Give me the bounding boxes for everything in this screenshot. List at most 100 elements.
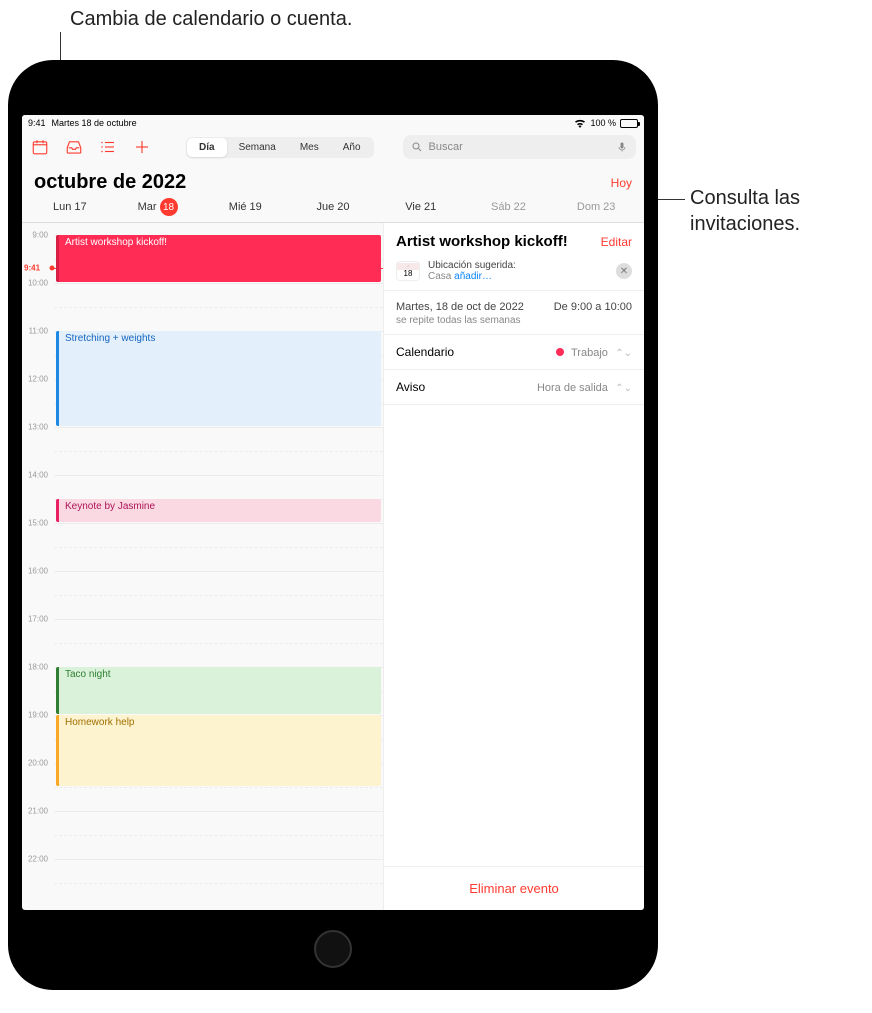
battery-icon xyxy=(620,119,638,128)
hour-label: 18:00 xyxy=(22,663,52,672)
callout-right-l2: invitaciones. xyxy=(690,211,800,237)
calendar-event[interactable]: Artist workshop kickoff! xyxy=(56,235,381,282)
day-label: Mar xyxy=(138,201,157,213)
delete-event-button[interactable]: Eliminar evento xyxy=(384,866,644,910)
edit-button[interactable]: Editar xyxy=(601,235,632,249)
screen: 9:41 Martes 18 de octubre 100 % xyxy=(22,115,644,910)
date-chip: · 18 xyxy=(396,261,420,281)
search-placeholder: Buscar xyxy=(429,141,610,153)
hour-label: 19:00 xyxy=(22,711,52,720)
mic-icon[interactable] xyxy=(616,140,628,154)
status-bar: 9:41 Martes 18 de octubre 100 % xyxy=(22,115,644,131)
list-icon[interactable] xyxy=(98,137,118,157)
wifi-icon xyxy=(574,119,586,128)
half-hour-line xyxy=(54,595,383,596)
alert-field[interactable]: Aviso Hora de salida ⌃⌄ xyxy=(384,370,644,405)
calendar-label: Calendario xyxy=(396,345,454,359)
search-icon xyxy=(411,141,423,153)
event-repeat: se repite todas las semanas xyxy=(396,315,632,326)
ipad-frame: 9:41 Martes 18 de octubre 100 % xyxy=(8,60,658,990)
callout-right: Consulta las invitaciones. xyxy=(690,185,800,237)
callout-right-l1: Consulta las xyxy=(690,185,800,211)
day-item[interactable]: Dom23 xyxy=(552,198,640,216)
toolbar: Día Semana Mes Año Buscar xyxy=(22,131,644,163)
add-icon[interactable] xyxy=(132,137,152,157)
hour-label: 10:00 xyxy=(22,279,52,288)
day-number: 21 xyxy=(424,201,436,213)
day-item[interactable]: Lun17 xyxy=(26,198,114,216)
event-time: De 9:00 a 10:00 xyxy=(554,301,632,313)
hour-label: 15:00 xyxy=(22,519,52,528)
half-hour-line xyxy=(54,547,383,548)
half-hour-line xyxy=(54,307,383,308)
day-label: Jue xyxy=(317,201,335,213)
day-number: 20 xyxy=(337,201,349,213)
event-date: Martes, 18 de oct de 2022 xyxy=(396,301,524,313)
day-number: 23 xyxy=(603,201,615,213)
hour-label: 13:00 xyxy=(22,423,52,432)
timeline[interactable]: 9:0010:0011:0012:0013:0014:0015:0016:001… xyxy=(22,223,384,910)
view-segmented: Día Semana Mes Año xyxy=(186,137,374,158)
day-item[interactable]: Mar18 xyxy=(114,198,202,216)
day-number-selected: 18 xyxy=(160,198,178,216)
seg-week[interactable]: Semana xyxy=(227,138,288,157)
hour-label: 14:00 xyxy=(22,471,52,480)
hour-label: 17:00 xyxy=(22,615,52,624)
alert-value: Hora de salida xyxy=(537,382,608,394)
day-item[interactable]: Sáb22 xyxy=(465,198,553,216)
month-title: octubre de 2022 xyxy=(34,171,611,194)
suggest-place: Casa xyxy=(428,271,451,282)
seg-day[interactable]: Día xyxy=(187,138,227,157)
calendar-color-dot xyxy=(556,348,564,356)
seg-month[interactable]: Mes xyxy=(288,138,331,157)
half-hour-line xyxy=(54,451,383,452)
half-hour-line xyxy=(54,883,383,884)
location-suggestion: · 18 Ubicación sugerida: Casa añadir… ✕ xyxy=(384,256,644,291)
event-detail-pane: Artist workshop kickoff! Editar · 18 Ubi… xyxy=(384,223,644,910)
hour-line xyxy=(54,619,383,620)
alert-label: Aviso xyxy=(396,380,425,394)
content-row: 9:0010:0011:0012:0013:0014:0015:0016:001… xyxy=(22,223,644,910)
seg-year[interactable]: Año xyxy=(331,138,373,157)
callout-top: Cambia de calendario o cuenta. xyxy=(70,6,352,32)
day-item[interactable]: Jue20 xyxy=(289,198,377,216)
day-item[interactable]: Mié19 xyxy=(201,198,289,216)
calendar-event[interactable]: Taco night xyxy=(56,667,381,714)
day-label: Mié xyxy=(229,201,247,213)
clear-suggestion-icon[interactable]: ✕ xyxy=(616,263,632,279)
half-hour-line xyxy=(54,787,383,788)
hour-line xyxy=(54,571,383,572)
hour-label: 20:00 xyxy=(22,759,52,768)
hour-label: 22:00 xyxy=(22,855,52,864)
hour-line xyxy=(54,427,383,428)
hour-line xyxy=(54,859,383,860)
suggest-add-link[interactable]: añadir… xyxy=(454,271,492,282)
calendars-icon[interactable] xyxy=(30,137,50,157)
inbox-icon[interactable] xyxy=(64,137,84,157)
now-dot-icon xyxy=(50,265,55,270)
half-hour-line xyxy=(54,835,383,836)
hour-label: 16:00 xyxy=(22,567,52,576)
date-chip-num: 18 xyxy=(397,270,419,279)
day-number: 19 xyxy=(250,201,262,213)
suggest-label: Ubicación sugerida: xyxy=(428,260,608,271)
home-button[interactable] xyxy=(314,930,352,968)
day-label: Sáb xyxy=(491,201,511,213)
day-number: 17 xyxy=(74,201,86,213)
calendar-field[interactable]: Calendario Trabajo ⌃⌄ xyxy=(384,335,644,370)
chevron-updown-icon: ⌃⌄ xyxy=(615,383,632,394)
calendar-event[interactable]: Keynote by Jasmine xyxy=(56,499,381,522)
event-datetime: Martes, 18 de oct de 2022 De 9:00 a 10:0… xyxy=(384,291,644,335)
hour-line xyxy=(54,475,383,476)
now-time-label: 9:41 xyxy=(22,263,40,272)
calendar-event[interactable]: Stretching + weights xyxy=(56,331,381,426)
day-item[interactable]: Vie21 xyxy=(377,198,465,216)
search-input[interactable]: Buscar xyxy=(403,135,636,159)
hour-label: 9:00 xyxy=(22,231,52,240)
day-number: 22 xyxy=(514,201,526,213)
hour-label: 12:00 xyxy=(22,375,52,384)
today-button[interactable]: Hoy xyxy=(611,176,632,190)
hour-line xyxy=(54,811,383,812)
half-hour-line xyxy=(54,643,383,644)
calendar-event[interactable]: Homework help xyxy=(56,715,381,786)
